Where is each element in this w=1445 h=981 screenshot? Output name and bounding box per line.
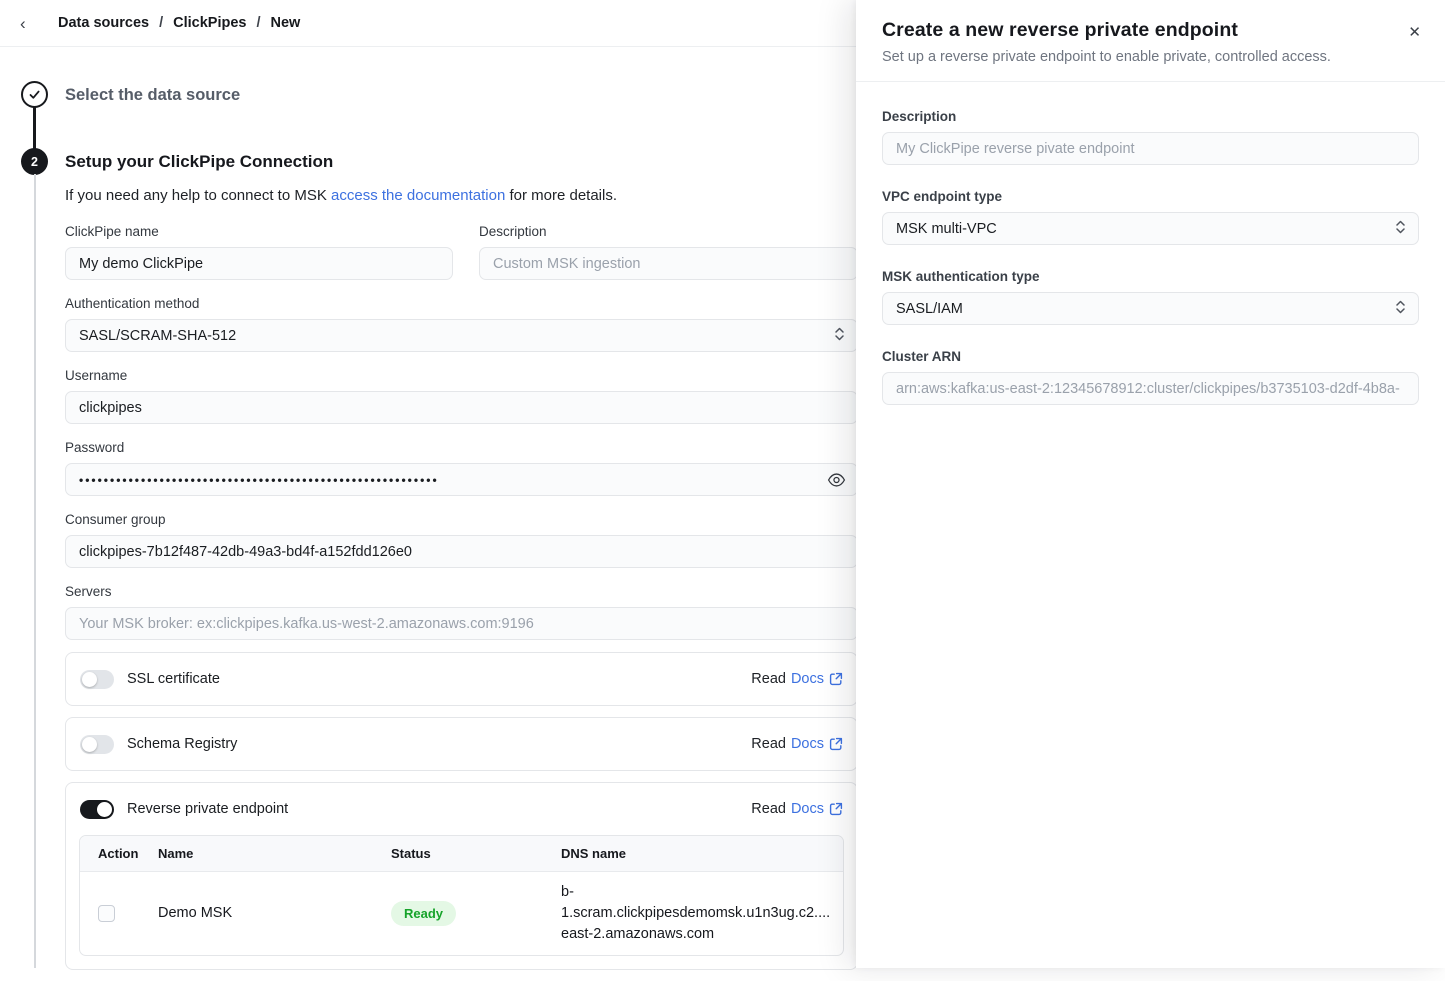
breadcrumb-clickpipes[interactable]: ClickPipes: [173, 15, 246, 31]
clickpipe-name-label: ClickPipe name: [65, 224, 453, 239]
endpoint-dns: b- 1.scram.clickpipesdemomsk.u1n3ug.c2..…: [561, 871, 843, 955]
ssl-certificate-toggle[interactable]: [80, 670, 114, 689]
reverse-private-endpoint-toggle[interactable]: [80, 800, 114, 819]
vpc-endpoint-type-value: MSK multi-VPC: [896, 221, 997, 237]
read-text: Read: [751, 801, 786, 817]
create-endpoint-panel: Create a new reverse private endpoint Se…: [856, 0, 1445, 968]
back-chevron-icon[interactable]: ‹: [20, 15, 34, 32]
reverse-private-endpoint-label: Reverse private endpoint: [127, 801, 288, 817]
docs-link-text: Docs: [791, 671, 824, 687]
chevron-updown-icon: [1395, 219, 1406, 239]
servers-label: Servers: [65, 584, 858, 599]
username-input[interactable]: [65, 391, 858, 424]
msk-auth-type-value: SASL/IAM: [896, 301, 963, 317]
authentication-method-label: Authentication method: [65, 296, 858, 311]
check-icon: [28, 88, 41, 101]
reverse-endpoint-docs-link[interactable]: Docs: [791, 801, 843, 817]
documentation-link[interactable]: access the documentation: [331, 187, 505, 204]
stepper-connector-active: [33, 106, 36, 150]
breadcrumb-data-sources[interactable]: Data sources: [58, 15, 149, 31]
docs-link-text: Docs: [791, 736, 824, 752]
panel-body: Description VPC endpoint type MSK multi-…: [856, 82, 1445, 405]
column-header-dns: DNS name: [561, 836, 843, 871]
read-text: Read: [751, 736, 786, 752]
chevron-updown-icon: [1395, 299, 1406, 319]
show-password-eye-icon[interactable]: [827, 470, 846, 489]
description-label: Description: [479, 224, 858, 239]
external-link-icon: [829, 802, 843, 816]
main-content: 2 Select the data source Setup your Clic…: [0, 47, 858, 968]
vpc-endpoint-type-select[interactable]: MSK multi-VPC: [882, 212, 1419, 245]
step2-indicator: 2: [21, 148, 48, 175]
username-label: Username: [65, 368, 858, 383]
row-select-checkbox[interactable]: [98, 905, 115, 922]
servers-input[interactable]: [65, 607, 858, 640]
connection-form: ClickPipe name Description Authenticatio…: [65, 224, 858, 981]
schema-registry-card: Schema Registry Read Docs: [65, 717, 858, 771]
help-prefix: If you need any help to connect to MSK: [65, 187, 331, 204]
step2-number: 2: [31, 155, 38, 169]
panel-subtitle: Set up a reverse private endpoint to ena…: [882, 49, 1419, 65]
endpoint-name: Demo MSK: [158, 871, 391, 955]
authentication-method-select[interactable]: SASL/SCRAM-SHA-512: [65, 319, 858, 352]
cluster-arn-label: Cluster ARN: [882, 349, 1419, 364]
panel-description-label: Description: [882, 109, 1419, 124]
status-badge: Ready: [391, 901, 456, 926]
ssl-certificate-label: SSL certificate: [127, 671, 220, 687]
reverse-private-endpoint-card: Reverse private endpoint Read Docs Actio…: [65, 782, 858, 970]
column-header-name: Name: [158, 836, 391, 871]
stepper-connector: [34, 174, 36, 968]
msk-auth-type-label: MSK authentication type: [882, 269, 1419, 284]
endpoints-table: Action Name Status DNS name Demo MSK Rea…: [79, 835, 844, 956]
column-header-action: Action: [80, 836, 158, 871]
panel-header: Create a new reverse private endpoint Se…: [856, 0, 1445, 82]
schema-registry-label: Schema Registry: [127, 736, 237, 752]
step1-title: Select the data source: [65, 86, 240, 105]
step2-title: Setup your ClickPipe Connection: [65, 152, 333, 172]
clickpipe-name-input[interactable]: [65, 247, 453, 280]
read-text: Read: [751, 671, 786, 687]
chevron-updown-icon: [834, 326, 845, 346]
table-row: Demo MSK Ready b- 1.scram.clickpipesdemo…: [80, 871, 843, 955]
help-text: If you need any help to connect to MSK a…: [65, 187, 617, 204]
breadcrumb-separator: /: [159, 15, 163, 31]
ssl-docs-link[interactable]: Docs: [791, 671, 843, 687]
docs-link-text: Docs: [791, 801, 824, 817]
msk-auth-type-select[interactable]: SASL/IAM: [882, 292, 1419, 325]
column-header-status: Status: [391, 836, 561, 871]
panel-description-input[interactable]: [882, 132, 1419, 165]
schema-registry-toggle[interactable]: [80, 735, 114, 754]
password-label: Password: [65, 440, 858, 455]
close-icon[interactable]: ✕: [1405, 22, 1424, 43]
authentication-method-value: SASL/SCRAM-SHA-512: [79, 328, 236, 344]
description-input[interactable]: [479, 247, 858, 280]
panel-title: Create a new reverse private endpoint: [882, 19, 1419, 42]
consumer-group-input[interactable]: [65, 535, 858, 568]
breadcrumb: Data sources / ClickPipes / New: [58, 15, 300, 31]
vpc-endpoint-type-label: VPC endpoint type: [882, 189, 1419, 204]
consumer-group-label: Consumer group: [65, 512, 858, 527]
external-link-icon: [829, 737, 843, 751]
password-input[interactable]: [65, 463, 858, 496]
ssl-certificate-card: SSL certificate Read Docs: [65, 652, 858, 706]
breadcrumb-new[interactable]: New: [270, 15, 300, 31]
help-suffix: for more details.: [505, 187, 617, 204]
breadcrumb-bar: ‹ Data sources / ClickPipes / New: [0, 0, 858, 47]
step1-complete-indicator: [21, 81, 48, 108]
cluster-arn-input[interactable]: [882, 372, 1419, 405]
schema-registry-docs-link[interactable]: Docs: [791, 736, 843, 752]
breadcrumb-separator: /: [256, 15, 260, 31]
external-link-icon: [829, 672, 843, 686]
